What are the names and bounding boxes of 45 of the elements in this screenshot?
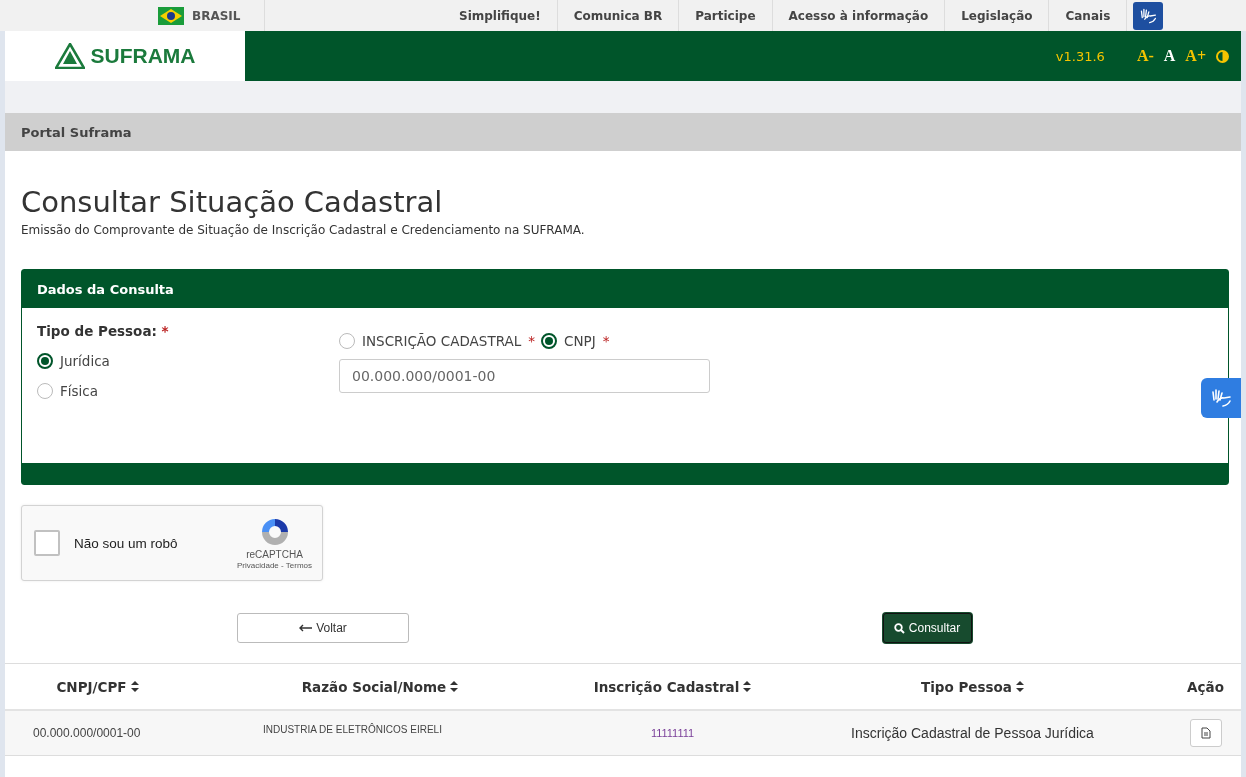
field-label: Tipo de Pessoa: * — [37, 323, 170, 339]
country-label: BRASIL — [192, 8, 241, 23]
column-header[interactable]: CNPJ/CPF — [5, 678, 190, 695]
hands-icon — [1210, 388, 1232, 408]
document-icon — [1200, 727, 1211, 739]
column-header[interactable]: Razão Social/Nome — [190, 678, 570, 695]
sign-language-button[interactable] — [1201, 378, 1241, 418]
arrow-left-icon — [299, 624, 313, 632]
font-size-control[interactable]: A- — [1136, 47, 1154, 65]
flag-icon — [158, 6, 184, 25]
sign-language-button[interactable] — [1133, 1, 1164, 30]
radio-option[interactable]: Jurídica — [37, 353, 237, 369]
captcha-label: Não sou um robô — [74, 535, 178, 551]
sort-icon — [743, 681, 752, 692]
table-cell: 11111111 — [650, 727, 695, 739]
radio-option[interactable]: Física — [37, 383, 237, 399]
column-header[interactable]: Inscrição Cadastral — [570, 678, 775, 695]
search-icon — [893, 622, 905, 634]
privacy-links[interactable]: Privacidade - Termos — [237, 561, 312, 570]
document-button[interactable] — [1189, 719, 1222, 747]
contrast-icon[interactable] — [1216, 49, 1229, 63]
panel-title: Dados da Consulta — [22, 270, 1228, 308]
sort-icon — [450, 681, 459, 692]
page-subtitle: Emissão do Comprovante de Situação de Inscrição Cadastral e Credenciamento na SUFRAMA. — [21, 223, 586, 237]
back-button[interactable]: Voltar — [237, 613, 409, 643]
table-cell-text: 00.000.000/0001-00 — [32, 726, 141, 740]
version-label: v1.31.6 — [1055, 48, 1105, 64]
breadcrumb: Portal Suframa — [5, 113, 1241, 151]
radio-option[interactable]: INSCRIÇÃO CADASTRAL * — [339, 333, 535, 349]
font-size-control[interactable]: A+ — [1185, 47, 1206, 65]
column-header: Ação — [1186, 678, 1225, 695]
radio-option[interactable]: CNPJ * — [541, 333, 610, 349]
logo-text: SUFRAMA — [90, 44, 196, 68]
recaptcha-label: reCAPTCHA — [246, 549, 303, 560]
page-title: Consultar Situação Cadastral — [21, 185, 444, 219]
sort-icon — [1016, 681, 1024, 692]
table-cell-text: INDUSTRIA DE ELETRÔNICOS EIRELI — [262, 723, 442, 735]
sort-icon — [130, 681, 139, 692]
search-button[interactable]: Consultar — [882, 613, 972, 643]
font-size-control[interactable]: A — [1163, 47, 1176, 65]
captcha-checkbox[interactable] — [34, 530, 60, 556]
cnpj-input[interactable]: 00.000.000/0001-00 — [339, 359, 710, 393]
logo-icon — [54, 43, 85, 69]
table-cell: Inscrição Cadastral de Pessoa Jurídica — [851, 725, 1094, 741]
column-header[interactable]: Tipo Pessoa — [775, 678, 1170, 695]
